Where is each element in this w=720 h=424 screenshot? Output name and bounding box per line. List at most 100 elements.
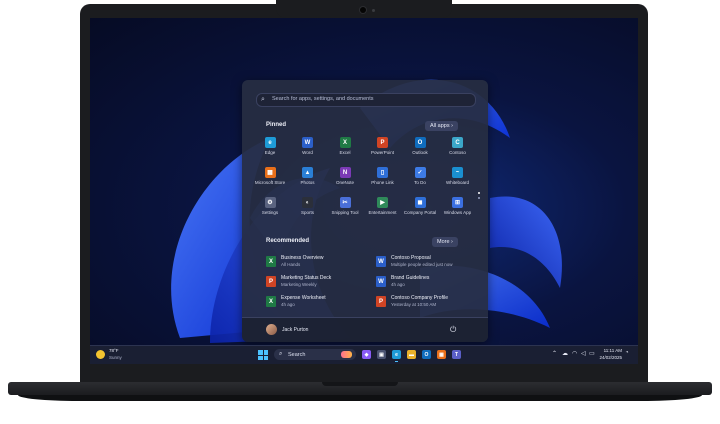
recommended-subtitle: Multiple people edited just now — [391, 262, 453, 267]
word-icon: W — [302, 137, 313, 148]
pinned-app-photos[interactable]: ▲ Photos — [288, 167, 328, 185]
clock-date[interactable]: 24/02/2025 — [598, 355, 622, 360]
pinned-app-snipping-tool[interactable]: ✂ Snipping Tool — [325, 197, 365, 215]
recommended-item[interactable]: P Marketing Status Deck Marketing Weekly — [266, 274, 366, 292]
taskbar-task-view-icon[interactable]: ▣ — [377, 350, 386, 359]
pinned-app-label: Entertainment — [368, 210, 397, 215]
more-label: More — [437, 239, 450, 245]
taskbar-search-label: Search — [288, 351, 306, 358]
pinned-app-to-do[interactable]: ✓ To Do — [400, 167, 440, 185]
webcam-led — [372, 9, 375, 12]
pinned-app-label: To Do — [414, 180, 426, 185]
start-footer: Jack Purton ⏻ — [242, 317, 488, 342]
pinned-app-contoso[interactable]: C Contoso — [438, 137, 478, 155]
taskbar-outlook-icon[interactable]: O — [422, 350, 431, 359]
weather-desc[interactable]: Sunny — [109, 355, 122, 360]
hinge-notch — [322, 382, 398, 386]
recommended-subtitle: Yesterday at 10:50 AM — [391, 302, 437, 307]
phone-link-icon: ▯ — [377, 167, 388, 178]
pinned-app-powerpoint[interactable]: P PowerPoint — [363, 137, 403, 155]
entertainment-icon: ▶ — [377, 197, 388, 208]
notification-bell-icon[interactable]: ◔ — [625, 350, 629, 356]
weather-temp[interactable]: 78°F — [109, 348, 119, 353]
taskbar-edge-icon[interactable]: e — [392, 350, 401, 362]
volume-icon[interactable]: ◁ — [581, 350, 586, 357]
powerpoint-file-icon: P — [376, 296, 386, 307]
all-apps-label: All apps — [430, 123, 450, 129]
taskbar-file-explorer-icon[interactable]: ▬ — [407, 350, 416, 359]
pinned-app-label: Settings — [261, 210, 279, 215]
taskbar-copilot-icon[interactable]: ◆ — [362, 350, 371, 359]
all-apps-button[interactable]: All apps › — [425, 121, 458, 131]
wifi-icon[interactable]: ◠ — [572, 350, 577, 357]
pinned-app-windows-app[interactable]: ⊞ Windows App — [438, 197, 478, 215]
search-highlight-icon — [341, 351, 352, 358]
pinned-app-label: Excel — [339, 150, 351, 155]
start-search-input[interactable]: ⌕ Search for apps, settings, and documen… — [256, 93, 476, 107]
taskbar-search[interactable]: ⌕ Search — [274, 349, 356, 360]
pinned-app-edge[interactable]: e Edge — [250, 137, 290, 155]
webcam-icon — [360, 7, 366, 13]
store-icon: ▦ — [264, 167, 276, 178]
pinned-app-phone-link[interactable]: ▯ Phone Link — [363, 167, 403, 185]
pinned-app-label: Phone Link — [371, 180, 394, 185]
snipping-tool-icon: ✂ — [339, 197, 351, 208]
more-button[interactable]: More › — [432, 237, 458, 247]
settings-icon: ⚙ — [264, 197, 276, 208]
pinned-app-word[interactable]: W Word — [288, 137, 328, 155]
recommended-item[interactable]: W Brand Guidelines 4h ago — [376, 274, 476, 292]
recommended-name: Marketing Status Deck — [281, 275, 332, 281]
pinned-app-outlook[interactable]: O Outlook — [400, 137, 440, 155]
photos-icon: ▲ — [302, 167, 313, 178]
recommended-name: Expense Worksheet — [281, 295, 326, 301]
pinned-app-label: Edge — [264, 150, 276, 155]
company-portal-icon: ◼ — [414, 197, 426, 208]
pinned-app-label: Contoso — [449, 150, 466, 155]
battery-icon[interactable]: ▭ — [589, 350, 595, 357]
excel-file-icon: X — [266, 296, 276, 307]
todo-icon: ✓ — [414, 167, 426, 178]
pinned-app-whiteboard[interactable]: ~ Whiteboard — [438, 167, 478, 185]
pinned-app-microsoft-store[interactable]: ▦ Microsoft Store — [250, 167, 290, 185]
cloud-icon[interactable]: ☁ — [562, 350, 568, 357]
word-file-icon: W — [376, 256, 386, 267]
whiteboard-icon: ~ — [452, 167, 463, 178]
power-icon[interactable]: ⏻ — [450, 325, 456, 335]
pinned-app-label: OneNote — [335, 180, 354, 185]
pinned-app-sports[interactable]: ◐ Sports — [288, 197, 328, 215]
pinned-app-settings[interactable]: ⚙ Settings — [250, 197, 290, 215]
chevron-up-icon[interactable]: ⌃ — [552, 350, 557, 357]
page-indicator[interactable] — [478, 192, 480, 202]
bottom-bezel — [80, 364, 648, 382]
pinned-app-onenote[interactable]: N OneNote — [325, 167, 365, 185]
clock-time[interactable]: 11:11 AM — [598, 348, 622, 353]
taskbar-teams-icon[interactable]: T — [452, 350, 461, 359]
recommended-name: Contoso Proposal — [391, 255, 431, 261]
recommended-item[interactable]: X Business Overview All Hands — [266, 254, 366, 272]
pinned-app-label: Photos — [300, 180, 315, 185]
outlook-icon: O — [414, 137, 426, 148]
contoso-icon: C — [452, 137, 463, 148]
pinned-app-company-portal[interactable]: ◼ Company Portal — [400, 197, 440, 215]
pinned-title: Pinned — [266, 122, 287, 128]
pinned-app-label: Snipping Tool — [331, 210, 359, 215]
recommended-item[interactable]: W Contoso Proposal Multiple people edited … — [376, 254, 476, 272]
excel-file-icon: X — [266, 256, 276, 267]
recommended-item[interactable]: P Contoso Company Profile Yesterday at 10:… — [376, 294, 476, 312]
user-name[interactable]: Jack Purton — [282, 327, 308, 333]
recommended-name: Brand Guidelines — [391, 275, 430, 281]
pinned-app-label: Microsoft Store — [254, 180, 286, 185]
excel-icon: X — [339, 137, 351, 148]
recommended-item[interactable]: X Expense Worksheet 4h ago — [266, 294, 366, 312]
pinned-app-label: Sports — [300, 210, 314, 215]
pinned-app-entertainment[interactable]: ▶ Entertainment — [363, 197, 403, 215]
recommended-title: Recommended — [266, 238, 310, 244]
avatar[interactable] — [266, 324, 277, 335]
start-button[interactable] — [258, 350, 268, 360]
pinned-app-label: Word — [302, 150, 313, 155]
word-file-icon: W — [376, 276, 386, 287]
taskbar-store-icon[interactable]: ▦ — [437, 350, 446, 359]
sun-icon[interactable] — [96, 350, 105, 359]
base-lip — [18, 395, 702, 401]
pinned-app-excel[interactable]: X Excel — [325, 137, 365, 155]
